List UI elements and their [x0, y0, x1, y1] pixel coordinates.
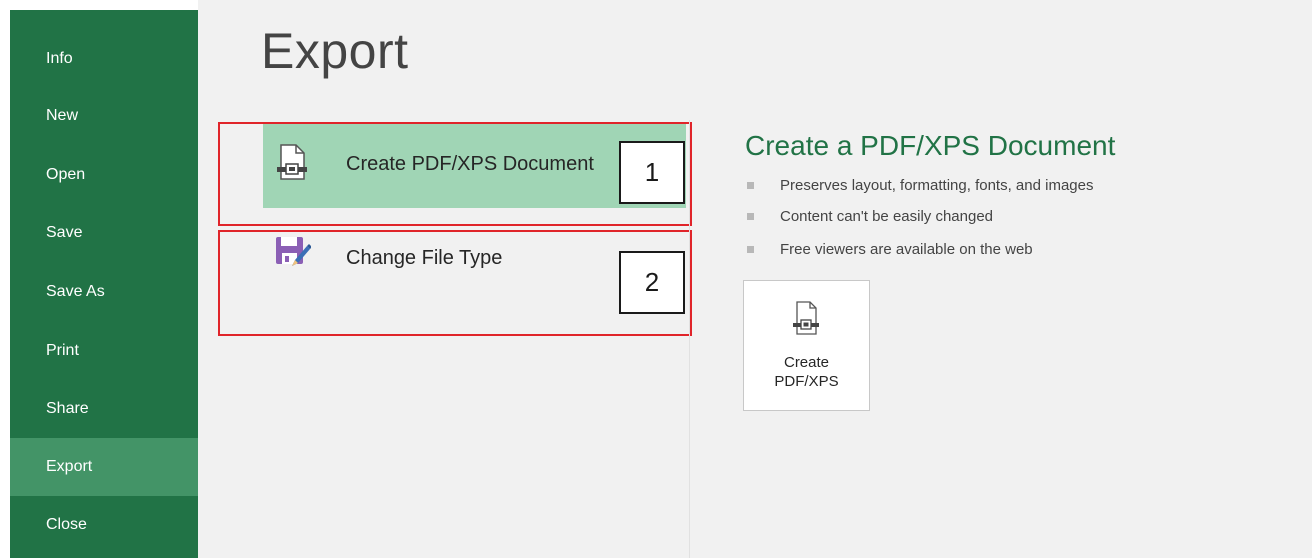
bullet-square-icon: [747, 246, 754, 253]
sidebar-item-label: Save: [46, 224, 83, 241]
bullet-square-icon: [747, 213, 754, 220]
pane-divider: [689, 120, 690, 558]
sidebar-item-label: Open: [46, 166, 86, 183]
bullet-text: Free viewers are available on the web: [780, 241, 1033, 258]
sidebar-item-close[interactable]: Close: [10, 496, 198, 554]
pdf-document-icon: [791, 301, 821, 337]
bullet-square-icon: [747, 182, 754, 189]
sidebar-item-open[interactable]: Open: [10, 147, 198, 205]
sidebar-item-new[interactable]: New: [10, 88, 198, 146]
sidebar-item-label: Save As: [46, 283, 105, 300]
create-button-label-line2: PDF/XPS: [774, 373, 839, 390]
sidebar-item-print[interactable]: Print: [10, 322, 198, 380]
bullet-text: Preserves layout, formatting, fonts, and…: [780, 177, 1094, 194]
export-pane: Export Create PDF/XPS Document Change Fi…: [198, 0, 1312, 558]
sidebar-item-label: Share: [46, 400, 89, 417]
create-button-label-line1: Create: [783, 354, 830, 371]
detail-title: Create a PDF/XPS Document: [745, 130, 1116, 161]
annotation-number-2: 2: [619, 251, 685, 314]
page-title: Export: [261, 23, 409, 79]
sidebar-item-info[interactable]: Info: [10, 30, 198, 88]
annotation-number-1: 1: [619, 141, 685, 204]
bullet-text: Content can't be easily changed: [780, 208, 994, 225]
backstage-sidebar: Info New Open Save Save As Print Share E…: [10, 10, 198, 558]
sidebar-item-label: New: [46, 107, 79, 124]
sidebar-item-label: Print: [46, 342, 79, 359]
sidebar-item-label: Close: [46, 516, 87, 533]
sidebar-item-save[interactable]: Save: [10, 205, 198, 263]
create-button-label: Create PDF/XPS: [744, 353, 869, 391]
sidebar-item-export[interactable]: Export: [10, 438, 198, 496]
create-pdf-xps-button[interactable]: Create PDF/XPS: [743, 280, 870, 411]
sidebar-item-label: Info: [46, 50, 73, 67]
sidebar-item-share[interactable]: Share: [10, 380, 198, 438]
sidebar-item-save-as[interactable]: Save As: [10, 263, 198, 321]
sidebar-item-label: Export: [46, 458, 93, 475]
